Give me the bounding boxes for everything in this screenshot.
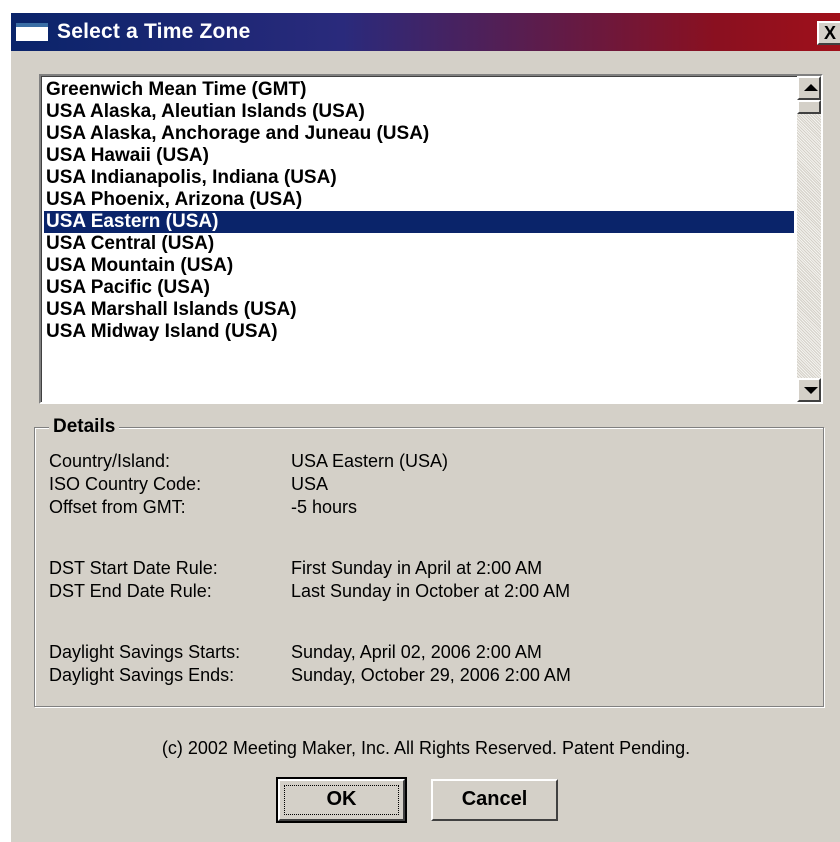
close-button[interactable]: X: [817, 21, 840, 45]
list-scrollbar[interactable]: [797, 76, 821, 402]
dst-start-rule-value: First Sunday in April at 2:00 AM: [291, 558, 543, 578]
time-zone-listbox[interactable]: Greenwich Mean Time (GMT) USA Alaska, Al…: [39, 74, 823, 404]
list-item[interactable]: USA Indianapolis, Indiana (USA): [44, 167, 794, 189]
time-zone-dialog: Select a Time Zone X Greenwich Mean Time…: [10, 12, 840, 842]
list-item[interactable]: USA Alaska, Anchorage and Juneau (USA): [44, 123, 794, 145]
cancel-button-label: Cancel: [461, 788, 528, 810]
gmt-offset-value: -5 hours: [291, 497, 358, 517]
details-legend: Details: [49, 416, 120, 438]
dst-ends-label: Daylight Savings Ends:: [49, 665, 235, 685]
arrow-up-icon: [804, 84, 818, 91]
window-title: Select a Time Zone: [57, 20, 251, 43]
list-item[interactable]: USA Mountain (USA): [44, 255, 794, 277]
country-value: USA Eastern (USA): [291, 451, 449, 471]
title-bar[interactable]: Select a Time Zone X: [11, 13, 840, 51]
country-label: Country/Island:: [49, 451, 171, 471]
list-item[interactable]: USA Midway Island (USA): [44, 321, 794, 343]
list-item-selected[interactable]: USA Eastern (USA): [44, 211, 794, 233]
list-item[interactable]: USA Alaska, Aleutian Islands (USA): [44, 101, 794, 123]
dst-starts-label: Daylight Savings Starts:: [49, 642, 241, 662]
details-groupbox: Details Country/Island: USA Eastern (USA…: [34, 416, 824, 707]
iso-code-value: USA: [291, 474, 329, 494]
list-item[interactable]: Greenwich Mean Time (GMT): [44, 79, 794, 101]
dst-end-rule-value: Last Sunday in October at 2:00 AM: [291, 581, 571, 601]
list-item[interactable]: USA Hawaii (USA): [44, 145, 794, 167]
copyright-text: (c) 2002 Meeting Maker, Inc. All Rights …: [161, 738, 691, 758]
ok-button[interactable]: OK: [276, 777, 407, 823]
time-zone-list-items: Greenwich Mean Time (GMT) USA Alaska, Al…: [41, 76, 797, 402]
gmt-offset-label: Offset from GMT:: [49, 497, 186, 517]
scroll-thumb[interactable]: [797, 100, 821, 114]
window-icon: [14, 21, 50, 43]
dst-starts-value: Sunday, April 02, 2006 2:00 AM: [291, 642, 542, 662]
iso-code-label: ISO Country Code:: [49, 474, 202, 494]
dst-start-rule-label: DST Start Date Rule:: [49, 558, 218, 578]
scroll-up-button[interactable]: [797, 76, 821, 100]
list-item[interactable]: USA Marshall Islands (USA): [44, 299, 794, 321]
arrow-down-icon: [804, 387, 818, 394]
scroll-down-button[interactable]: [797, 378, 821, 402]
list-item[interactable]: USA Central (USA): [44, 233, 794, 255]
dst-ends-value: Sunday, October 29, 2006 2:00 AM: [291, 665, 571, 685]
dst-end-rule-label: DST End Date Rule:: [49, 581, 212, 601]
list-item[interactable]: USA Phoenix, Arizona (USA): [44, 189, 794, 211]
cancel-button[interactable]: Cancel: [431, 779, 558, 821]
list-item[interactable]: USA Pacific (USA): [44, 277, 794, 299]
focus-rectangle: [284, 785, 399, 815]
